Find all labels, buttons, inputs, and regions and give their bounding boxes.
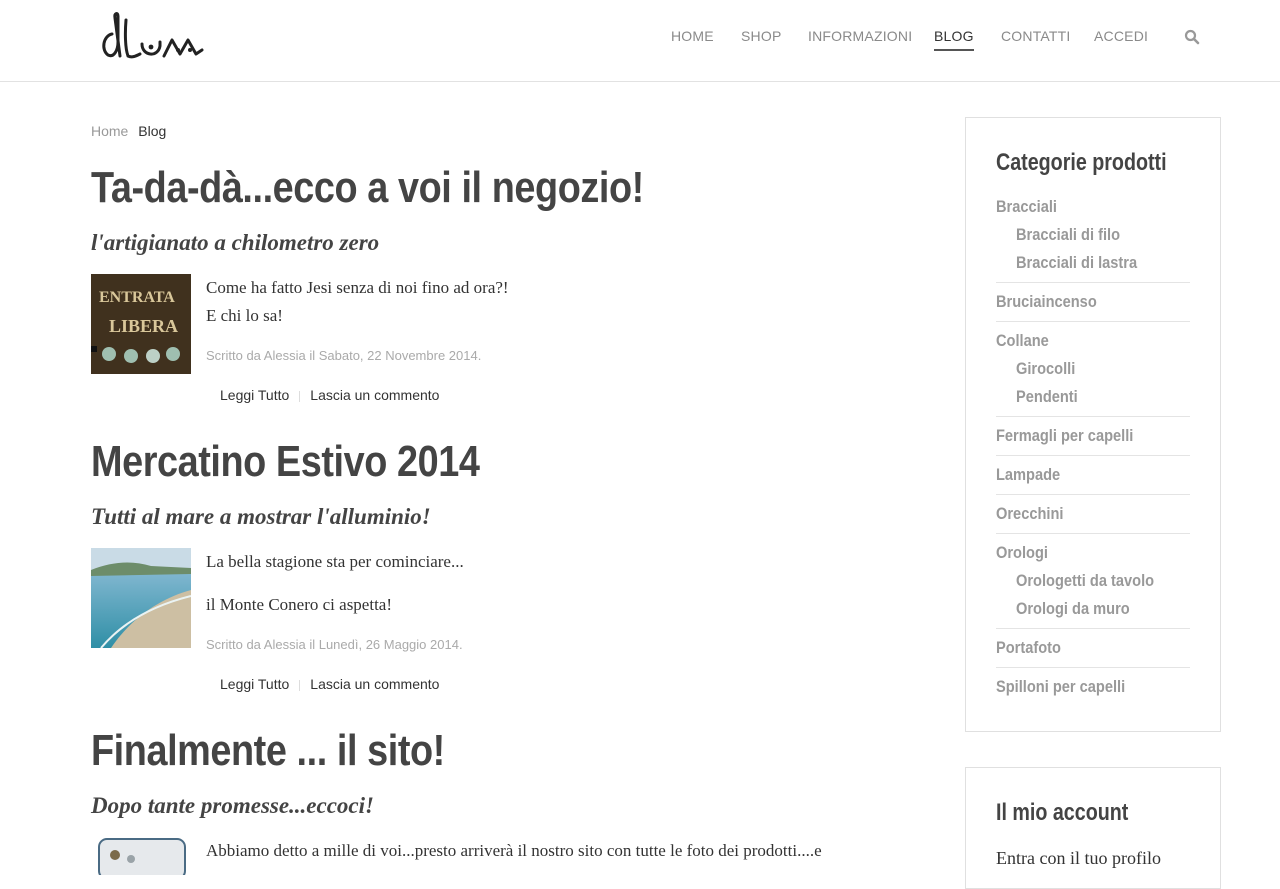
category-link[interactable]: Orologi (996, 542, 1048, 564)
categories-widget: Categorie prodotti Bracciali Bracciali d… (965, 117, 1221, 732)
category-link[interactable]: Collane (996, 330, 1049, 352)
account-login-text[interactable]: Entra con il tuo profilo (996, 848, 1161, 869)
post-excerpt: E chi lo sa! (206, 306, 283, 325)
subcategory-link[interactable]: Pendenti (1016, 386, 1078, 408)
category-link[interactable]: Spilloni per capelli (996, 676, 1125, 698)
divider (996, 494, 1190, 495)
read-more-link[interactable]: Leggi Tutto (220, 387, 289, 403)
post-thumbnail[interactable] (91, 548, 191, 648)
site-header: HOME SHOP INFORMAZIONI BLOG CONTATTI ACC… (0, 0, 1280, 82)
category-link[interactable]: Fermagli per capelli (996, 425, 1133, 447)
category-link[interactable]: Bruciaincenso (996, 291, 1097, 313)
post-subtitle: Tutti al mare a mostrar l'alluminio! (91, 504, 431, 529)
divider (996, 628, 1190, 629)
breadcrumb: Home Blog (91, 122, 166, 140)
categories-title: Categorie prodotti (996, 149, 1167, 176)
nav-accedi[interactable]: ACCEDI (1094, 27, 1148, 49)
subcategory-link[interactable]: Girocolli (1016, 358, 1075, 380)
main-nav: HOME SHOP INFORMAZIONI BLOG CONTATTI ACC… (0, 27, 1280, 57)
post-actions: Leggi Tutto Lascia un commento (220, 675, 439, 693)
post-excerpt: il Monte Conero ci aspetta! (206, 595, 393, 614)
divider (996, 321, 1190, 322)
post-thumbnail[interactable] (91, 837, 191, 875)
nav-informazioni[interactable]: INFORMAZIONI (808, 27, 912, 49)
category-link[interactable]: Orecchini (996, 503, 1063, 525)
post-excerpt: Abbiamo detto a mille di voi...presto ar… (206, 841, 822, 860)
subcategory-link[interactable]: Bracciali di filo (1016, 224, 1120, 246)
divider (996, 416, 1190, 417)
svg-text:ENTRATA: ENTRATA (99, 289, 175, 306)
divider (996, 533, 1190, 534)
svg-text:LIBERA: LIBERA (109, 316, 178, 336)
nav-home[interactable]: HOME (671, 27, 714, 49)
account-widget: Il mio account Entra con il tuo profilo (965, 767, 1221, 889)
post-excerpt: Come ha fatto Jesi senza di noi fino ad … (206, 278, 509, 297)
read-more-link[interactable]: Leggi Tutto (220, 676, 289, 692)
subcategory-link[interactable]: Bracciali di lastra (1016, 252, 1137, 274)
post-title[interactable]: Mercatino Estivo 2014 (91, 436, 480, 488)
post-excerpt: La bella stagione sta per cominciare... (206, 552, 464, 571)
comment-link[interactable]: Lascia un commento (310, 676, 439, 692)
comment-link[interactable]: Lascia un commento (310, 387, 439, 403)
breadcrumb-current: Blog (138, 123, 167, 139)
divider (996, 667, 1190, 668)
search-icon[interactable] (1184, 29, 1200, 45)
post-subtitle: Dopo tante promesse...eccoci! (91, 793, 374, 818)
subcategory-link[interactable]: Orologetti da tavolo (1016, 570, 1154, 592)
divider (299, 390, 301, 402)
subcategory-link[interactable]: Orologi da muro (1016, 598, 1130, 620)
category-link[interactable]: Lampade (996, 464, 1060, 486)
nav-blog[interactable]: BLOG (934, 27, 974, 51)
post-title[interactable]: Finalmente ... il sito! (91, 725, 445, 777)
category-link[interactable]: Portafoto (996, 637, 1061, 659)
post-actions: Leggi Tutto Lascia un commento (220, 386, 439, 404)
post-meta: Scritto da Alessia il Lunedì, 26 Maggio … (206, 637, 463, 652)
divider (996, 455, 1190, 456)
post-thumbnail[interactable]: ENTRATA LIBERA (91, 274, 191, 374)
post-meta: Scritto da Alessia il Sabato, 22 Novembr… (206, 348, 482, 363)
post-subtitle: l'artigianato a chilometro zero (91, 230, 380, 255)
account-title: Il mio account (996, 799, 1129, 826)
breadcrumb-home[interactable]: Home (91, 123, 128, 139)
category-link[interactable]: Bracciali (996, 196, 1057, 218)
nav-shop[interactable]: SHOP (741, 27, 781, 49)
divider (996, 282, 1190, 283)
divider (299, 679, 301, 691)
post-title[interactable]: Ta-da-dà...ecco a voi il negozio! (91, 162, 644, 214)
nav-contatti[interactable]: CONTATTI (1001, 27, 1071, 49)
